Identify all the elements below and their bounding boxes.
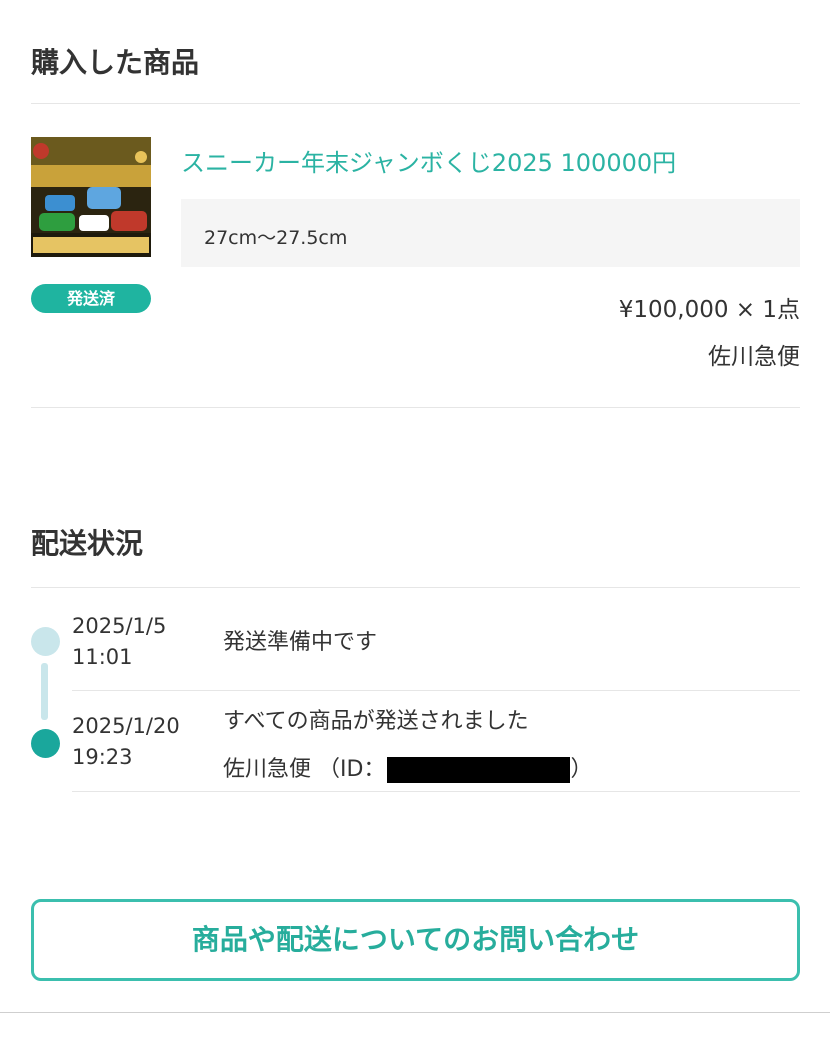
timeline-connector: [41, 663, 48, 720]
price-quantity: ¥100,000 × 1点: [618, 297, 800, 323]
timeline-event-message: すべての商品が発送されました: [223, 709, 529, 734]
tracking-carrier-label: 佐川急便 （ID：: [223, 757, 386, 782]
product-option-box: 27cm〜27.5cm: [181, 199, 800, 267]
redacted-tracking-id: [387, 757, 571, 783]
purchased-section-title: 購入した商品: [31, 46, 200, 79]
timeline-event-date: 2025/1/5 11:01: [72, 614, 167, 669]
timeline-event-message: 発送準備中です: [223, 630, 378, 655]
divider: [31, 407, 800, 408]
timeline-event-date: 2025/1/20 19:23: [72, 714, 180, 769]
tracking-close-paren: ）: [570, 757, 593, 782]
contact-button[interactable]: 商品や配送についてのお問い合わせ: [31, 899, 800, 981]
tracking-info: 佐川急便 （ID： ）: [223, 751, 592, 783]
shipping-section-title: 配送状況: [31, 527, 144, 560]
product-name-link[interactable]: スニーカー年末ジャンボくじ2025 100000円: [181, 143, 676, 178]
divider: [31, 587, 800, 588]
timeline-dot-shipped: [31, 729, 60, 758]
divider: [72, 690, 800, 691]
timeline-dot-pending: [31, 627, 60, 656]
status-badge: 発送済: [31, 284, 151, 313]
footer-divider: [0, 1012, 830, 1013]
divider: [72, 791, 800, 792]
carrier-name: 佐川急便: [708, 344, 800, 370]
divider: [31, 103, 800, 104]
product-option: 27cm〜27.5cm: [204, 227, 348, 249]
product-thumbnail[interactable]: [31, 137, 151, 257]
